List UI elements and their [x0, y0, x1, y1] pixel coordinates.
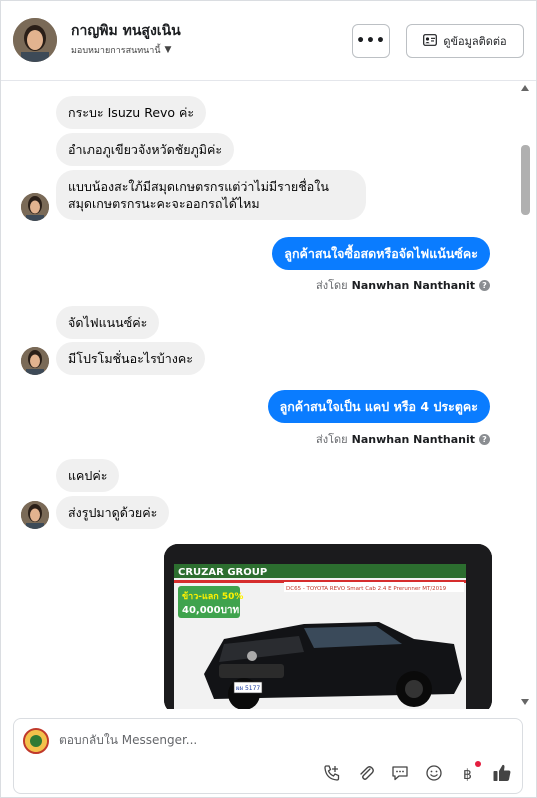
model-text: DC65 - TOYOTA REVO Smart Cab 2.4 E Preru… — [286, 586, 447, 592]
reply-input[interactable] — [59, 733, 359, 747]
avatar — [21, 193, 49, 221]
promo-line-2: 40,000บาท — [182, 605, 240, 616]
assign-conversation[interactable]: มอบหมายการสนทนานี้ ▼ — [71, 43, 171, 57]
info-icon[interactable]: ? — [479, 279, 490, 291]
car-photo: CRUZAR GROUP DC65 - TOYOTA REVO Smart Ca… — [164, 544, 492, 709]
sent-by-info: ส่งโดย Nanwhan Nanthanit ? — [316, 430, 490, 448]
scroll-thumb[interactable] — [521, 145, 530, 215]
outgoing-message: ลูกค้าสนใจเป็น แคป หรือ 4 ประตูคะ — [267, 390, 490, 423]
view-contact-label: ดูข้อมูลติดต่อ — [443, 35, 507, 48]
message-scrollbar[interactable] — [521, 85, 530, 705]
conversation-header: กาญพิม ทนสูงเนิน มอบหมายการสนทนานี้ ▼ ••… — [1, 1, 536, 81]
thumbs-up-icon[interactable] — [492, 763, 512, 783]
info-icon[interactable]: ? — [479, 433, 490, 445]
sent-by-prefix: ส่งโดย — [316, 433, 348, 446]
contact-card-icon — [423, 33, 438, 49]
incoming-message: แคปค่ะ — [56, 459, 120, 492]
emoji-icon[interactable] — [424, 763, 444, 783]
avatar — [21, 347, 49, 375]
avatar — [21, 501, 49, 529]
incoming-message: มีโปรโมชั่นอะไรบ้างคะ — [56, 342, 205, 375]
messenger-window: กาญพิม ทนสูงเนิน มอบหมายการสนทนานี้ ▼ ••… — [0, 0, 537, 798]
chevron-down-icon: ▼ — [164, 45, 172, 55]
message-line: แบบน้องสะใภ้มีสมุดเกษตรกรแต่ว่าไม่มีรายช… — [68, 179, 329, 194]
incoming-message: จัดไฟแนนซ์ค่ะ — [56, 306, 160, 339]
more-button[interactable]: ••• — [352, 24, 390, 58]
view-contact-button[interactable]: ดูข้อมูลติดต่อ — [406, 24, 524, 58]
notification-dot — [475, 761, 481, 767]
attach-icon[interactable] — [356, 763, 376, 783]
incoming-message: ส่งรูปมาดูด้วยค่ะ — [56, 496, 170, 529]
scroll-up-icon[interactable] — [521, 85, 529, 91]
baht-icon[interactable]: ฿ — [458, 761, 481, 783]
plate-text: ผผ 5177 — [236, 685, 260, 692]
image-attachment[interactable]: CRUZAR GROUP DC65 - TOYOTA REVO Smart Ca… — [164, 544, 492, 709]
contact-name[interactable]: กาญพิม ทนสูงเนิน — [71, 20, 181, 42]
sent-by-prefix: ส่งโดย — [316, 279, 348, 292]
composer-toolbar: ฿ — [322, 761, 512, 783]
promo-line-1: ข้าว-แลก 50% — [182, 591, 243, 602]
assign-label: มอบหมายการสนทนานี้ — [71, 46, 161, 56]
incoming-message: กระบะ Isuzu Revo ค่ะ — [56, 96, 207, 129]
sent-by-info: ส่งโดย Nanwhan Nanthanit ? — [316, 276, 490, 294]
sender-name: Nanwhan Nanthanit — [351, 278, 475, 292]
outgoing-message: ลูกค้าสนใจซื้อสดหรือจัดไฟแน้นซ์คะ — [272, 237, 490, 270]
sender-name: Nanwhan Nanthanit — [351, 432, 475, 446]
incoming-message: อำเภอภูเขียวจังหวัดชัยภูมิค่ะ — [56, 133, 235, 166]
banner-text: CRUZAR GROUP — [178, 567, 267, 578]
incoming-message: แบบน้องสะใภ้มีสมุดเกษตรกรแต่ว่าไม่มีรายช… — [56, 170, 366, 220]
svg-text:฿: ฿ — [463, 767, 472, 782]
page-avatar — [23, 728, 49, 754]
reply-composer: ฿ — [13, 718, 523, 794]
message-line: สมุดเกษตรกรนะคะจะออกรถได้ไหม — [68, 196, 260, 211]
message-thread[interactable]: กระบะ Isuzu Revo ค่ะ อำเภอภูเขียวจังหวัด… — [1, 82, 536, 709]
call-add-icon[interactable] — [322, 763, 342, 783]
avatar[interactable] — [13, 18, 57, 62]
chat-bubble-icon[interactable] — [390, 763, 410, 783]
more-icon: ••• — [356, 33, 386, 49]
scroll-down-icon[interactable] — [521, 699, 529, 705]
